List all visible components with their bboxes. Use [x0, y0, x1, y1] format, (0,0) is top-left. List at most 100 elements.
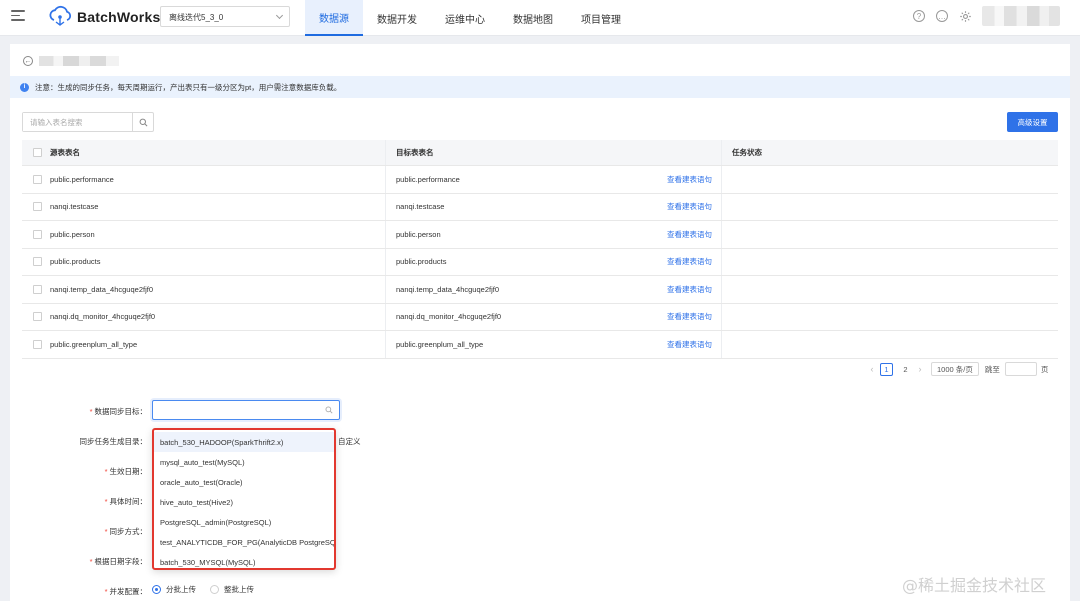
search-button[interactable]	[132, 113, 153, 131]
view-ddl-link[interactable]: 查看建表语句	[667, 276, 712, 303]
logo-icon	[49, 5, 71, 26]
radio-whole-label[interactable]: 整批上传	[224, 584, 254, 595]
back-arrow-icon[interactable]: ←	[23, 56, 33, 66]
watermark: @稀土掘金技术社区	[902, 576, 1047, 595]
dropdown-option[interactable]: batch_530_MYSQL(MySQL)	[154, 552, 334, 572]
header-source-table: 源表表名	[50, 148, 80, 157]
concurrency-label: * 并发配置：	[104, 587, 147, 596]
nav-ops-center[interactable]: 运维中心	[431, 0, 499, 36]
dropdown-option[interactable]: hive_auto_test(Hive2)	[154, 492, 334, 512]
next-page-icon[interactable]: ›	[915, 363, 925, 375]
source-table-cell: public.person	[50, 229, 95, 239]
pagination: ‹ 1 2 › 1000 条/页 跳至 页	[867, 362, 1048, 376]
concurrency-radio-group: 分批上传 整批上传	[152, 584, 268, 595]
top-header: BatchWorks 离线迭代5_3_0 数据源 数据开发 运维中心 数据地图 …	[0, 0, 1080, 36]
help-icon[interactable]: ?	[913, 10, 925, 22]
select-all-checkbox[interactable]	[33, 148, 42, 157]
menu-icon[interactable]	[11, 10, 25, 22]
source-table-cell: public.performance	[50, 174, 114, 184]
table-row: public.products public.products 查看建表语句	[22, 248, 1058, 276]
source-table-cell: nanqi.testcase	[50, 202, 99, 212]
sync-target-select[interactable]	[152, 400, 340, 420]
table-row: public.greenplum_all_type public.greenplu…	[22, 331, 1058, 359]
prev-page-icon[interactable]: ‹	[867, 363, 877, 375]
environment-select[interactable]: 离线迭代5_3_0	[160, 6, 290, 27]
row-checkbox[interactable]	[33, 229, 42, 239]
view-ddl-link[interactable]: 查看建表语句	[667, 331, 712, 358]
header-target-table: 目标表表名	[396, 148, 434, 157]
table-row: public.person public.person 查看建表语句	[22, 221, 1058, 249]
radio-whole[interactable]	[210, 585, 219, 594]
nav-data-dev[interactable]: 数据开发	[363, 0, 431, 36]
view-ddl-link[interactable]: 查看建表语句	[667, 194, 712, 221]
search-icon	[325, 406, 333, 414]
jump-label: 跳至	[984, 364, 1000, 374]
page-header: ←	[23, 54, 119, 68]
notice-banner: i 注意：生成的同步任务，每天周期运行，产出表只有一级分区为pt，用户需注意数据…	[10, 76, 1070, 98]
row-checkbox[interactable]	[33, 284, 42, 294]
table-row: nanqi.dq_monitor_4hcguqe2fjf0 nanqi.dq_mo…	[22, 303, 1058, 331]
dropdown-option[interactable]: batch_530_HADOOP(SparkThrift2.x)	[154, 432, 334, 452]
target-table-cell: nanqi.dq_monitor_4hcguqe2fjf0	[396, 312, 502, 322]
message-icon[interactable]: …	[936, 10, 948, 22]
view-ddl-link[interactable]: 查看建表语句	[667, 249, 712, 276]
dropdown-option[interactable]: oracle_auto_test(Oracle)	[154, 472, 334, 492]
target-table-cell: nanqi.testcase	[396, 202, 445, 212]
header-task-status: 任务状态	[732, 148, 762, 157]
page-1[interactable]: 1	[880, 362, 893, 376]
source-table-cell: public.greenplum_all_type	[50, 339, 138, 349]
nav-data-map[interactable]: 数据地图	[499, 0, 567, 36]
table-row: nanqi.temp_data_4hcguqe2fjf0 nanqi.temp_d…	[22, 276, 1058, 304]
jump-page-input[interactable]	[1004, 362, 1037, 376]
time-label: * 具体时间：	[104, 497, 147, 506]
radio-batch[interactable]	[152, 585, 161, 594]
table-row: public.performance public.performance 查看建表…	[22, 166, 1058, 194]
main-panel: ← i 注意：生成的同步任务，每天周期运行，产出表只有一级分区为pt，用户需注意…	[10, 44, 1070, 601]
settings-icon[interactable]	[959, 10, 972, 23]
target-table-cell: public.greenplum_all_type	[396, 339, 484, 349]
brand-name: BatchWorks	[77, 9, 161, 25]
view-ddl-link[interactable]: 查看建表语句	[667, 304, 712, 331]
dropdown-option[interactable]: PostgreSQL_admin(PostgreSQL)	[154, 512, 334, 532]
environment-select-value: 离线迭代5_3_0	[169, 13, 224, 22]
chevron-down-icon	[275, 11, 284, 20]
source-table-cell: nanqi.temp_data_4hcguqe2fjf0	[50, 284, 154, 294]
dropdown-option[interactable]: mysql_auto_test(MySQL)	[154, 452, 334, 472]
custom-dir-option[interactable]: 自定义	[338, 436, 361, 447]
target-table-cell: public.performance	[396, 174, 460, 184]
mapping-table: 源表表名 目标表表名 任务状态 public.performance public…	[22, 140, 1058, 359]
source-table-cell: public.products	[50, 257, 101, 267]
notice-text: 注意：生成的同步任务，每天周期运行，产出表只有一级分区为pt，用户需注意数据库负…	[35, 82, 342, 92]
table-row: nanqi.testcase nanqi.testcase 查看建表语句	[22, 193, 1058, 221]
date-label: * 生效日期：	[104, 467, 147, 476]
sync-target-dropdown: batch_530_HADOOP(SparkThrift2.x) mysql_a…	[152, 428, 336, 570]
advanced-settings-button[interactable]: 高级设置	[1007, 112, 1058, 132]
date-field-label: * 根据日期字段：	[89, 557, 147, 566]
dropdown-option[interactable]: test_ANALYTICDB_FOR_PG(AnalyticDB Postgr…	[154, 532, 334, 552]
nav-datasource[interactable]: 数据源	[305, 0, 363, 36]
page-size-select[interactable]: 1000 条/页	[931, 362, 979, 376]
page-suffix: 页	[1040, 364, 1049, 374]
search-input[interactable]	[23, 113, 133, 131]
nav-project-mgmt[interactable]: 项目管理	[567, 0, 635, 36]
target-table-cell: public.person	[396, 229, 441, 239]
source-table-cell: nanqi.dq_monitor_4hcguqe2fjf0	[50, 312, 156, 322]
table-header: 源表表名 目标表表名 任务状态	[22, 140, 1058, 166]
search-icon	[139, 118, 148, 126]
user-avatar-blurred[interactable]	[982, 6, 1060, 26]
view-ddl-link[interactable]: 查看建表语句	[667, 221, 712, 248]
target-table-cell: nanqi.temp_data_4hcguqe2fjf0	[396, 284, 500, 294]
target-table-cell: public.products	[396, 257, 447, 267]
row-checkbox[interactable]	[33, 257, 42, 267]
view-ddl-link[interactable]: 查看建表语句	[667, 166, 712, 193]
radio-batch-label[interactable]: 分批上传	[166, 584, 196, 595]
row-checkbox[interactable]	[33, 312, 42, 322]
main-nav: 数据源 数据开发 运维中心 数据地图 项目管理	[305, 0, 635, 36]
page-2[interactable]: 2	[899, 363, 912, 376]
row-checkbox[interactable]	[33, 174, 42, 184]
page-title-blurred	[39, 56, 119, 66]
row-checkbox[interactable]	[33, 202, 42, 212]
row-checkbox[interactable]	[33, 339, 42, 349]
dir-label: 同步任务生成目录：	[79, 437, 148, 446]
table-search	[22, 112, 154, 132]
